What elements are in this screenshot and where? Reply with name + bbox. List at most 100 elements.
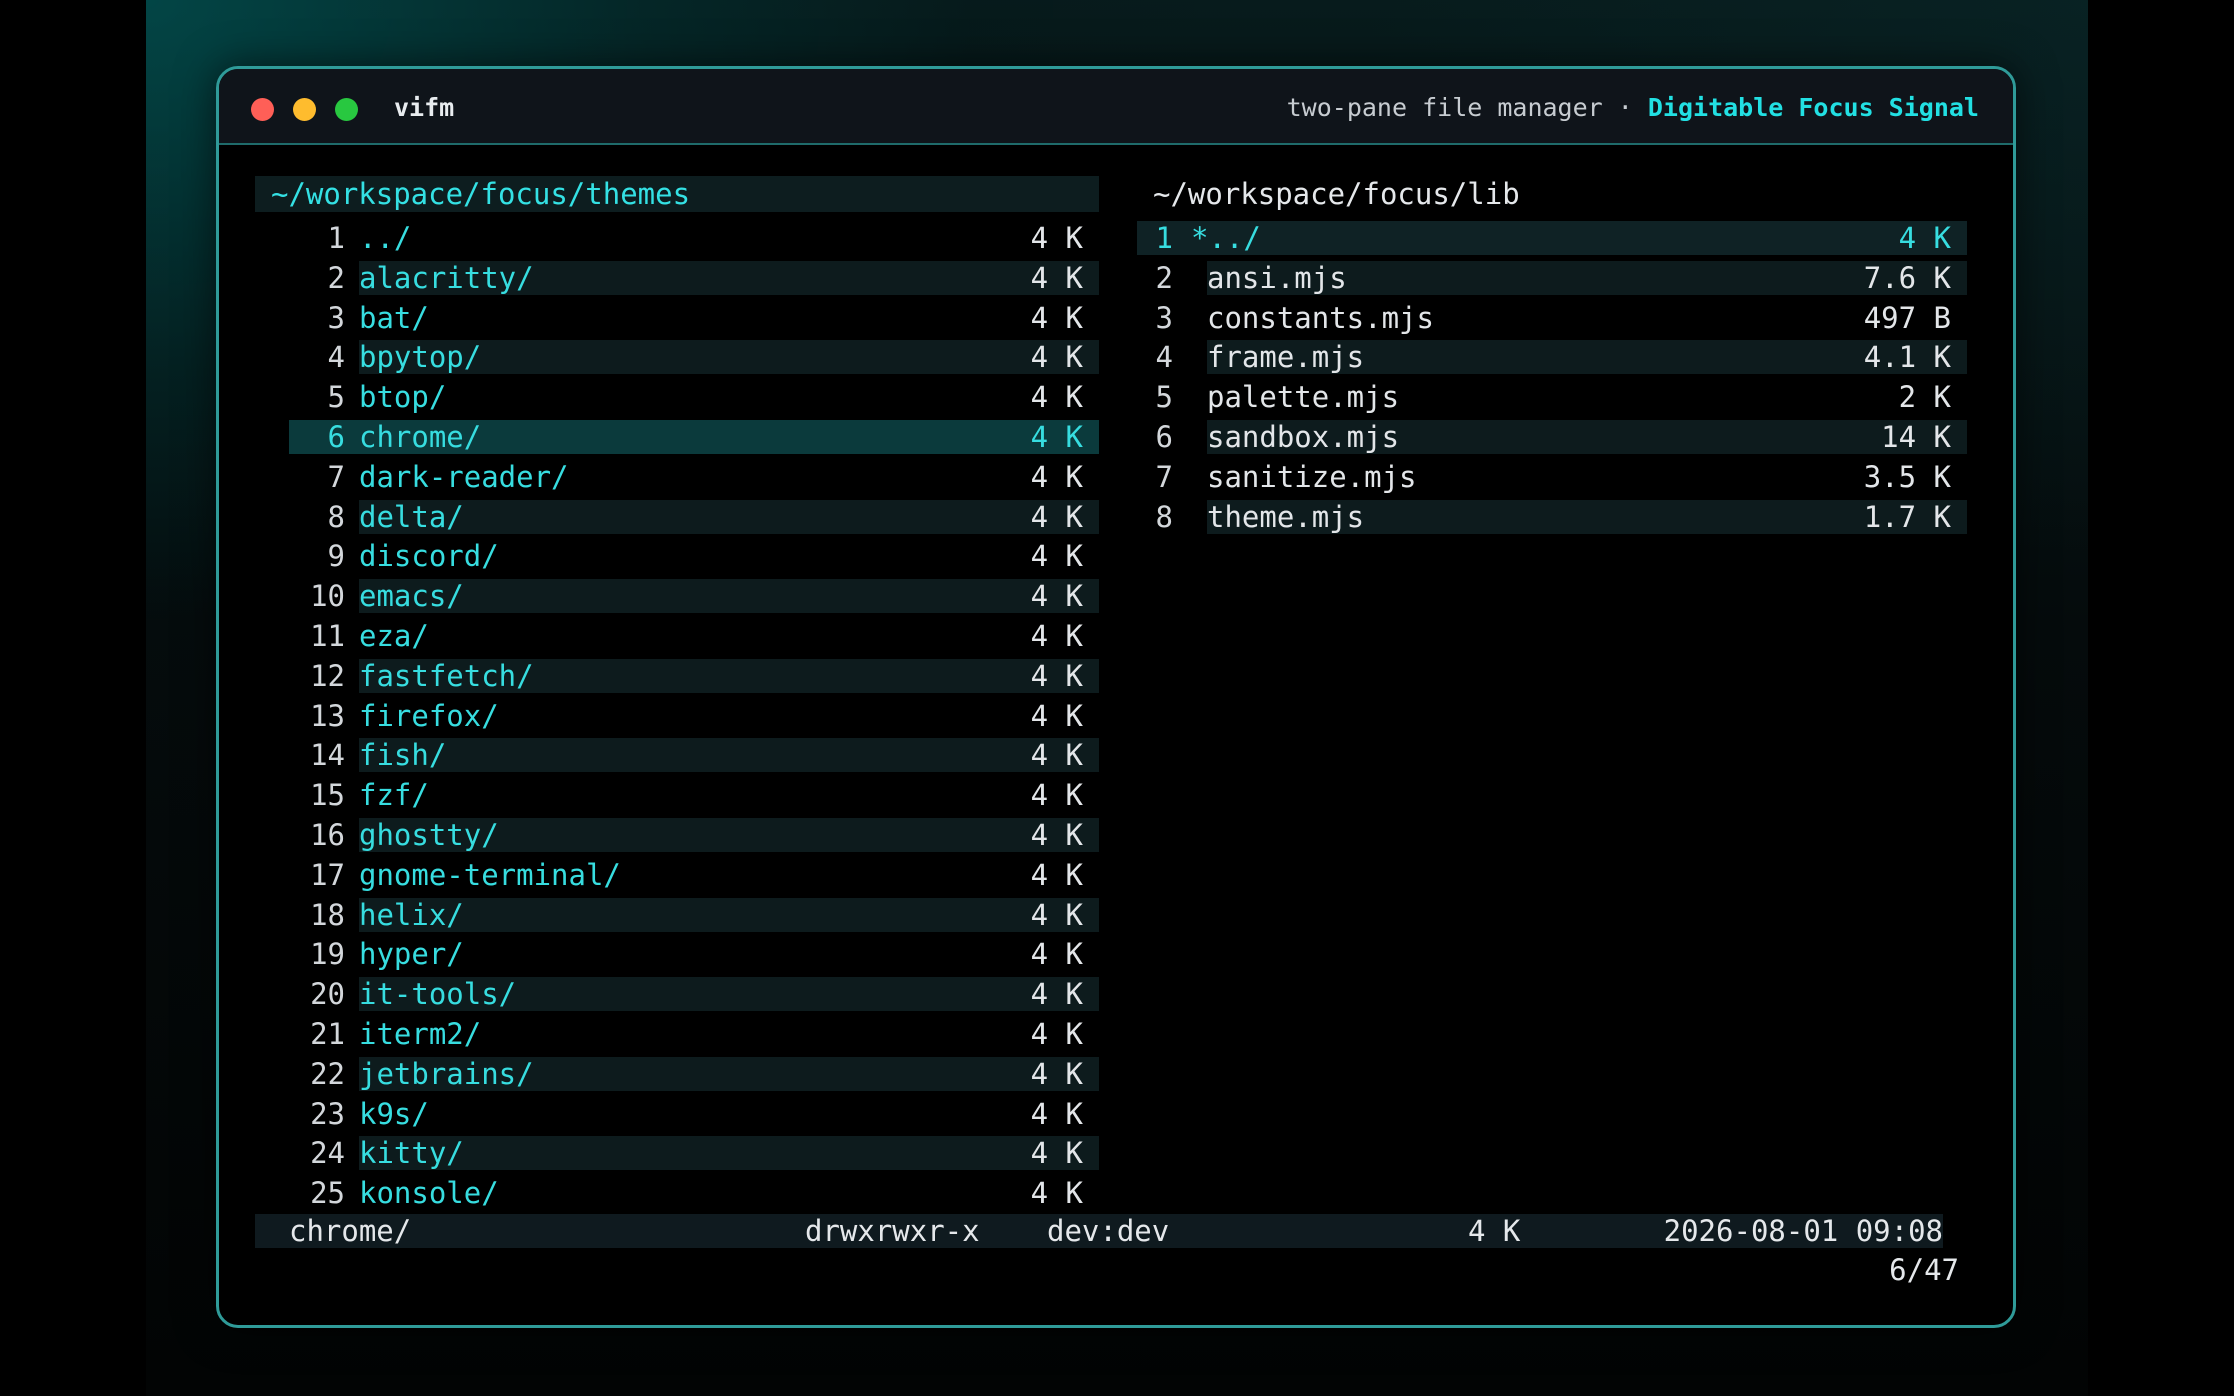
file-name: gnome-terminal/ xyxy=(359,857,621,892)
left-pane-file-list[interactable]: 1 ../ 4 K 2 alacritty/4 K 3 bat/4 K 4 bpytop/4 K… xyxy=(255,219,1099,1214)
file-row[interactable]: 10 emacs/4 K xyxy=(255,577,1099,617)
file-row[interactable]: 5 btop/4 K xyxy=(255,378,1099,418)
row-number: 6 xyxy=(327,419,345,454)
row-number: 1 xyxy=(1155,221,1173,255)
file-size: 4 K xyxy=(1030,499,1083,534)
file-row[interactable]: 16 ghostty/4 K xyxy=(255,816,1099,856)
file-size: 4 K xyxy=(1030,1056,1083,1091)
file-row[interactable]: 8 theme.mjs 1.7 K xyxy=(1137,498,1967,538)
row-number: 6 xyxy=(1155,419,1173,454)
row-number: 18 xyxy=(310,897,345,932)
row-number: 9 xyxy=(327,539,345,574)
row-highlight xyxy=(359,579,1099,614)
file-size: 4 K xyxy=(1030,1016,1083,1051)
file-name: jetbrains/ xyxy=(359,1056,534,1091)
file-row[interactable]: 18 helix/4 K xyxy=(255,896,1099,936)
row-number: 4 xyxy=(327,340,345,375)
row-highlight xyxy=(359,619,1099,653)
file-size: 4 K xyxy=(1030,738,1083,773)
row-highlight xyxy=(359,937,1099,971)
file-row[interactable]: 1 *../ 4 K xyxy=(1137,219,1967,259)
row-number: 12 xyxy=(310,658,345,693)
row-number: 20 xyxy=(310,977,345,1012)
file-name: discord/ xyxy=(359,539,499,574)
file-row[interactable]: 13 firefox/4 K xyxy=(255,697,1099,737)
file-row[interactable]: 12 fastfetch/4 K xyxy=(255,657,1099,697)
file-row[interactable]: 3 constants.mjs 497 B xyxy=(1137,299,1967,339)
subtitle-text: two-pane file manager xyxy=(1286,93,1603,122)
file-row[interactable]: 3 bat/4 K xyxy=(255,299,1099,339)
file-row[interactable]: 22 jetbrains/4 K xyxy=(255,1055,1099,1095)
file-row[interactable]: 20 it-tools/4 K xyxy=(255,975,1099,1015)
row-highlight xyxy=(359,897,1099,932)
file-row[interactable]: 9 discord/4 K xyxy=(255,537,1099,577)
file-name: bpytop/ xyxy=(359,340,482,375)
row-number: 2 xyxy=(327,260,345,295)
file-row[interactable]: 11 eza/4 K xyxy=(255,617,1099,657)
file-row[interactable]: 15 fzf/4 K xyxy=(255,776,1099,816)
file-row[interactable]: 21 iterm2/4 K xyxy=(255,1015,1099,1055)
maximize-window-button[interactable] xyxy=(335,98,358,121)
file-name: fastfetch/ xyxy=(359,658,534,693)
row-highlight xyxy=(359,221,1099,255)
file-row[interactable]: 4 frame.mjs 4.1 K xyxy=(1137,338,1967,378)
file-size: 4 K xyxy=(1030,658,1083,693)
file-row[interactable]: 5 palette.mjs 2 K xyxy=(1137,378,1967,418)
row-highlight xyxy=(359,778,1099,812)
left-pane-path[interactable]: ~/workspace/focus/themes xyxy=(255,176,1099,212)
row-number: 7 xyxy=(1155,459,1173,494)
row-number: 13 xyxy=(310,698,345,733)
file-row[interactable]: 24 kitty/4 K xyxy=(255,1134,1099,1174)
file-name: ansi.mjs xyxy=(1207,260,1347,295)
file-size: 14 K xyxy=(1881,419,1951,454)
brand-label: Digitable Focus Signal xyxy=(1647,93,1979,122)
row-number: 10 xyxy=(310,579,345,614)
file-row[interactable]: 8 delta/4 K xyxy=(255,498,1099,538)
close-window-button[interactable] xyxy=(251,98,274,121)
title-separator: · xyxy=(1602,93,1648,122)
file-row[interactable]: 14 fish/4 K xyxy=(255,736,1099,776)
row-number: 7 xyxy=(327,459,345,494)
file-row[interactable]: 1 ../ 4 K xyxy=(255,219,1099,259)
file-row[interactable]: 6 chrome/4 K xyxy=(255,418,1099,458)
file-row[interactable]: 2 alacritty/4 K xyxy=(255,259,1099,299)
row-number: 24 xyxy=(310,1136,345,1171)
file-row[interactable]: 6 sandbox.mjs 14 K xyxy=(1137,418,1967,458)
file-size: 4 K xyxy=(1030,897,1083,932)
file-row[interactable]: 25 konsole/4 K xyxy=(255,1174,1099,1214)
row-number: 21 xyxy=(310,1016,345,1051)
row-number: 3 xyxy=(327,300,345,335)
file-size: 4 K xyxy=(1030,340,1083,375)
file-row[interactable]: 7 dark-reader/4 K xyxy=(255,458,1099,498)
file-size: 4 K xyxy=(1030,977,1083,1012)
file-row[interactable]: 2 ansi.mjs 7.6 K xyxy=(1137,259,1967,299)
file-size: 4 K xyxy=(1030,1096,1083,1131)
file-name: bat/ xyxy=(359,300,429,335)
right-pane-path[interactable]: ~/workspace/focus/lib xyxy=(1137,176,1967,212)
file-name: delta/ xyxy=(359,499,464,534)
file-size: 2 K xyxy=(1898,380,1951,415)
file-name: eza/ xyxy=(359,618,429,653)
file-name: constants.mjs xyxy=(1207,300,1434,335)
file-size: 1.7 K xyxy=(1863,499,1951,534)
right-pane-file-list[interactable]: 1 *../ 4 K 2 ansi.mjs 7.6 K 3 constants.mjs 497 … xyxy=(1137,219,1967,537)
file-size: 4 K xyxy=(1030,698,1083,733)
file-size: 4 K xyxy=(1898,221,1951,255)
file-row[interactable]: 4 bpytop/4 K xyxy=(255,338,1099,378)
row-highlight xyxy=(359,1136,1099,1171)
file-size: 4 K xyxy=(1030,260,1083,295)
file-name: konsole/ xyxy=(359,1176,499,1211)
file-name: alacritty/ xyxy=(359,260,534,295)
file-row[interactable]: 19 hyper/4 K xyxy=(255,935,1099,975)
file-size: 4 K xyxy=(1030,459,1083,494)
row-highlight xyxy=(359,499,1099,534)
row-number: 14 xyxy=(310,738,345,773)
file-name: helix/ xyxy=(359,897,464,932)
file-name: it-tools/ xyxy=(359,977,517,1012)
file-name: ghostty/ xyxy=(359,817,499,852)
file-size: 4 K xyxy=(1030,1176,1083,1211)
file-row[interactable]: 7 sanitize.mjs 3.5 K xyxy=(1137,458,1967,498)
file-row[interactable]: 23 k9s/4 K xyxy=(255,1095,1099,1135)
minimize-window-button[interactable] xyxy=(293,98,316,121)
file-row[interactable]: 17 gnome-terminal/4 K xyxy=(255,856,1099,896)
